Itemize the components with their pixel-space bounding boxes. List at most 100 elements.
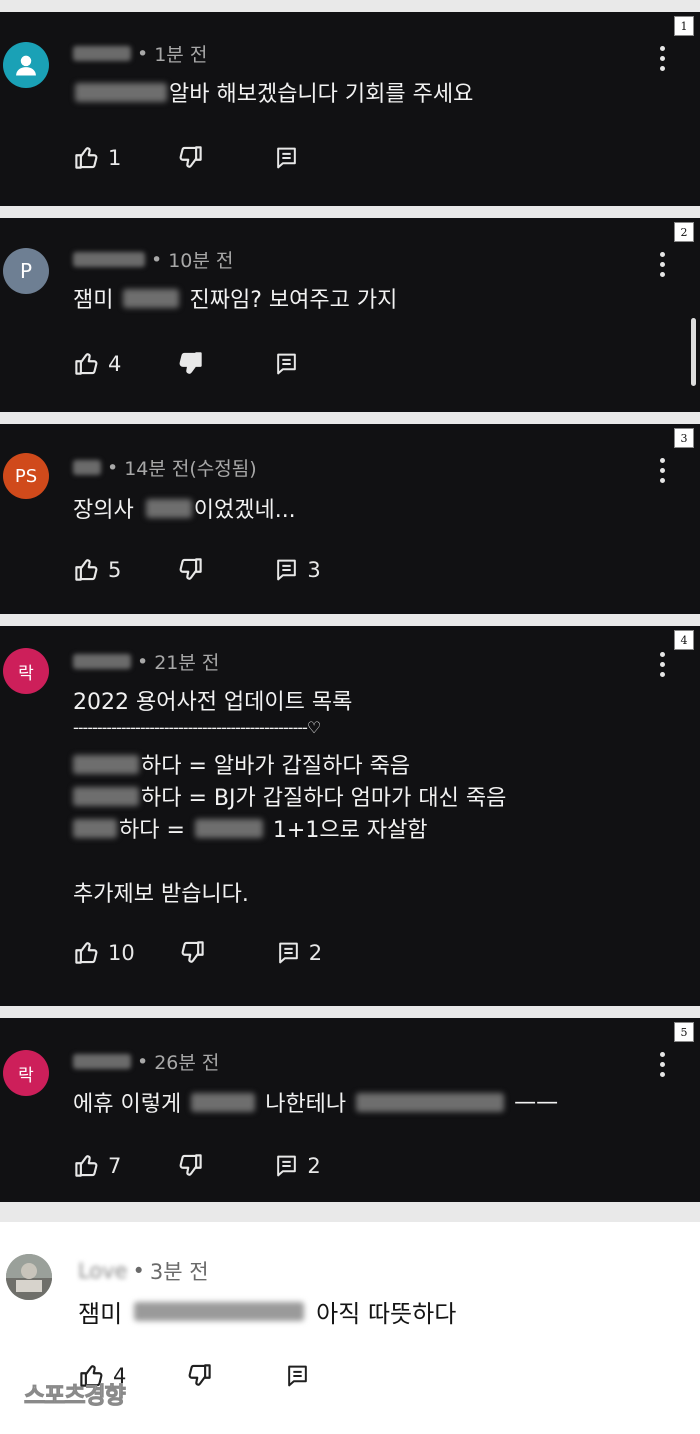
- like-button[interactable]: 4: [73, 350, 121, 377]
- separator-dot: •: [151, 248, 163, 271]
- comment-time: 14분 전(수정됨): [124, 458, 257, 480]
- blurred-text: [145, 498, 192, 518]
- reply-icon: [274, 351, 299, 376]
- comment-meta: • 14분 전(수정됨): [73, 454, 257, 481]
- dislike-button[interactable]: [177, 1152, 204, 1179]
- avatar[interactable]: [6, 1254, 52, 1300]
- reply-button[interactable]: [274, 145, 299, 170]
- scrollbar[interactable]: [691, 318, 696, 386]
- more-options-icon[interactable]: [660, 652, 666, 682]
- profile-photo-icon: [6, 1254, 52, 1300]
- comment-card: 1 • 1분 전 알바 해보겠습니다 기회를 주세요 1: [0, 12, 700, 206]
- more-options-icon[interactable]: [660, 458, 666, 488]
- comment-meta: • 10분 전: [73, 246, 233, 273]
- watermark: 스포츠경향: [24, 1383, 127, 1410]
- comment-actions: 4: [73, 350, 299, 377]
- comment-meta: Love • 3분 전: [78, 1256, 209, 1286]
- comment-title: 2022 용어사전 업데이트 목록: [73, 690, 353, 715]
- reply-button[interactable]: 3: [274, 557, 321, 582]
- comment-divider: ----------------------------------------…: [73, 718, 321, 737]
- blurred-text: [194, 818, 263, 838]
- blurred-text: [73, 818, 117, 838]
- blurred-username: [73, 46, 131, 61]
- dislike-button[interactable]: [177, 350, 204, 377]
- blurred-username: [73, 252, 145, 267]
- dislike-button[interactable]: [179, 939, 206, 966]
- like-button[interactable]: 5: [73, 556, 121, 583]
- comment-actions: 7 2: [73, 1152, 321, 1179]
- reply-count: 3: [307, 557, 321, 582]
- thumbs-up-icon: [73, 939, 100, 966]
- avatar[interactable]: P: [3, 248, 49, 294]
- avatar[interactable]: PS: [3, 453, 49, 499]
- reply-count: 2: [308, 940, 323, 965]
- blurred-text: [73, 754, 139, 774]
- comment-meta: • 26분 전: [73, 1048, 219, 1075]
- reply-button[interactable]: [274, 351, 299, 376]
- thumbs-up-icon: [73, 556, 100, 583]
- thumbs-up-icon: [73, 144, 100, 171]
- comment-index-badge: 2: [674, 222, 694, 242]
- like-button[interactable]: 7: [73, 1152, 121, 1179]
- reply-button[interactable]: [285, 1363, 310, 1388]
- blurred-text: [75, 82, 167, 102]
- avatar[interactable]: 락: [3, 648, 49, 694]
- comment-text: 알바 해보겠습니다 기회를 주세요: [73, 76, 473, 108]
- blurred-text: [134, 1302, 305, 1321]
- comment-actions: 1: [73, 144, 299, 171]
- dislike-button[interactable]: [177, 556, 204, 583]
- comment-text: 에휴 이렇게 나한테나 ——: [73, 1089, 559, 1118]
- user-silhouette-icon: [16, 55, 36, 76]
- comment-text: 잼미 진짜임? 보여주고 가지: [73, 288, 398, 313]
- blurred-username: [73, 460, 101, 475]
- like-count: 10: [108, 940, 135, 965]
- blurred-text: [356, 1092, 505, 1112]
- reply-button[interactable]: 2: [276, 940, 322, 965]
- avatar[interactable]: [3, 42, 49, 88]
- dislike-button[interactable]: [177, 144, 204, 171]
- separator-dot: •: [137, 1050, 149, 1073]
- comment-meta: • 21분 전: [73, 648, 219, 675]
- like-count: 5: [108, 557, 122, 582]
- like-button[interactable]: 10: [73, 939, 135, 966]
- comment-index-badge: 1: [674, 16, 694, 36]
- reply-count: 2: [307, 1153, 321, 1178]
- comment-time: 3분 전: [149, 1260, 209, 1284]
- like-count: 4: [108, 351, 122, 376]
- blurred-username: [73, 654, 131, 669]
- comment-text: 장의사 이었겠네...: [73, 498, 296, 523]
- comment-card: 4 락 • 21분 전 2022 용어사전 업데이트 목록 ----------…: [0, 626, 700, 1006]
- like-count: 1: [108, 145, 122, 170]
- avatar[interactable]: 락: [3, 1050, 49, 1096]
- more-options-icon[interactable]: [660, 46, 666, 76]
- reply-icon: [285, 1363, 310, 1388]
- more-options-icon[interactable]: [660, 1052, 666, 1082]
- separator-dot: •: [137, 650, 149, 673]
- glossary-entry: 하다 = 1+1으로 자살함: [73, 812, 428, 844]
- reply-icon: [274, 1153, 299, 1178]
- comment-index-badge: 4: [674, 630, 694, 650]
- separator-dot: •: [132, 1259, 145, 1283]
- blurred-text: [73, 786, 139, 806]
- thumbs-down-icon: [177, 144, 204, 171]
- separator-dot: •: [107, 456, 119, 479]
- blurred-username: [73, 1054, 131, 1069]
- reply-button[interactable]: 2: [274, 1153, 321, 1178]
- comment-time: 10분 전: [168, 250, 234, 272]
- thumbs-down-filled-icon: [177, 350, 204, 377]
- comment-index-badge: 5: [674, 1022, 694, 1042]
- comment-time: 26분 전: [154, 1052, 220, 1074]
- thumbs-down-icon: [179, 939, 206, 966]
- dislike-button[interactable]: [186, 1362, 213, 1389]
- reply-icon: [274, 557, 299, 582]
- thumbs-down-icon: [177, 556, 204, 583]
- comment-time: 1분 전: [154, 44, 208, 66]
- separator-dot: •: [137, 42, 149, 65]
- like-button[interactable]: 1: [73, 144, 121, 171]
- more-options-icon[interactable]: [660, 252, 666, 282]
- comment-footer: 추가제보 받습니다.: [73, 882, 249, 907]
- comment-author[interactable]: Love: [78, 1259, 128, 1283]
- comment-time: 21분 전: [154, 652, 220, 674]
- glossary-entry: 하다 = 알바가 갑질하다 죽음: [73, 748, 410, 780]
- blurred-text: [123, 288, 180, 308]
